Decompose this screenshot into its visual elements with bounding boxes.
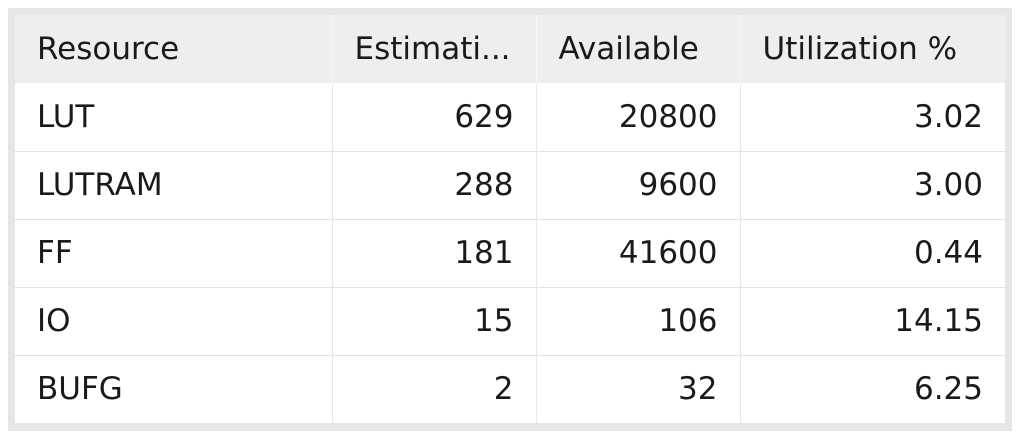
cell-available: 41600 <box>536 219 741 287</box>
cell-available: 9600 <box>536 151 741 219</box>
cell-estimation: 15 <box>332 287 537 355</box>
cell-utilization: 3.02 <box>913 98 983 135</box>
table-row[interactable]: LUTRAM 288 9600 3.00 <box>15 151 1005 219</box>
cell-estimation: 181 <box>332 219 537 287</box>
column-header-available[interactable]: Available <box>536 15 741 83</box>
cell-estimation: 2 <box>332 355 537 423</box>
cell-estimation: 288 <box>332 151 537 219</box>
table-row[interactable]: FF 181 41600 0.44 <box>15 219 1005 287</box>
cell-estimation: 629 <box>332 83 537 151</box>
cell-available: 106 <box>536 287 741 355</box>
cell-resource: IO <box>15 287 333 355</box>
cell-utilization: 3.00 <box>913 167 983 203</box>
cell-available: 20800 <box>536 83 741 151</box>
cell-utilization: 0.44 <box>913 235 983 271</box>
utilization-table-frame: Resource Estimati... Available Utilizati… <box>8 8 1012 431</box>
column-header-utilization[interactable]: Utilization % <box>740 15 1005 83</box>
cell-resource: BUFG <box>15 355 333 423</box>
table-row[interactable]: IO 15 106 14.15 <box>15 287 1005 355</box>
cell-utilization: 14.15 <box>894 303 983 339</box>
table-header-row: Resource Estimati... Available Utilizati… <box>15 15 1005 83</box>
cell-resource: FF <box>15 219 333 287</box>
cell-utilization: 6.25 <box>913 371 983 408</box>
cell-available: 32 <box>536 355 741 423</box>
table-row[interactable]: LUT 629 20800 3.02 <box>15 83 1005 151</box>
column-header-estimation[interactable]: Estimati... <box>332 15 537 83</box>
utilization-table: Resource Estimati... Available Utilizati… <box>15 15 1005 423</box>
table-row[interactable]: BUFG 2 32 6.25 <box>15 355 1005 423</box>
column-header-resource[interactable]: Resource <box>15 15 333 83</box>
cell-resource: LUT <box>15 83 333 151</box>
cell-resource: LUTRAM <box>15 151 333 219</box>
